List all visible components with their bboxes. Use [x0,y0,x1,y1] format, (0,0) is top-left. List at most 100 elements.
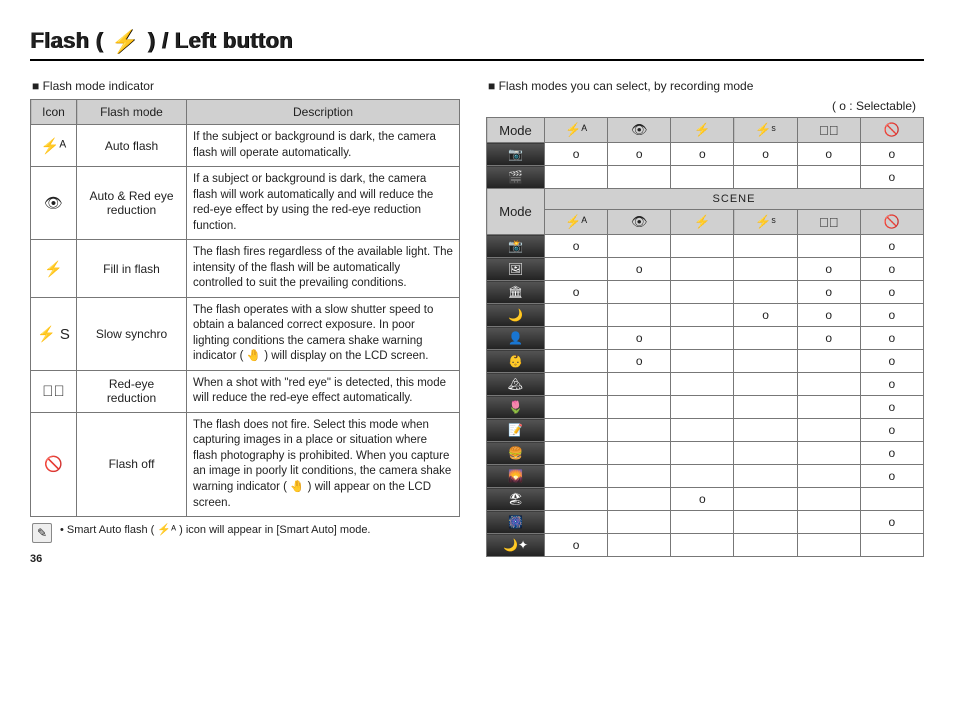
row-desc: The flash fires regardless of the availa… [187,240,460,298]
cell: o [860,143,923,166]
table-row: 👤ooo [487,327,924,350]
th-flash-icon: ⚡ˢ [734,210,797,235]
cell: o [860,235,923,258]
th-flash-icon: 👁 [608,210,671,235]
mode-icon: 🍔 [487,442,545,465]
table-row: 🏛ooo [487,281,924,304]
left-heading: Flash mode indicator [32,79,460,93]
title-text-b: ) / Left button [148,28,293,53]
footnote: ✎ • Smart Auto flash ( ⚡ᴬ ) icon will ap… [32,523,460,543]
cell [734,488,797,511]
cell: o [860,511,923,534]
cell [797,465,860,488]
row-desc: The flash does not fire. Select this mod… [187,412,460,516]
cell [797,396,860,419]
right-heading: Flash modes you can select, by recording… [488,79,924,93]
cell [545,396,608,419]
table-row: ⚡ᴬAuto flashIf the subject or background… [31,125,460,167]
row-mode: Red-eye reduction [77,370,187,412]
cell [734,419,797,442]
cell [545,442,608,465]
cell [545,166,608,189]
cell [608,488,671,511]
table-row: 📷oooooo [487,143,924,166]
mode-icon: 🖼 [487,258,545,281]
table-row: ⚡Fill in flashThe flash fires regardless… [31,240,460,298]
row-desc: If the subject or background is dark, th… [187,125,460,167]
cell: o [797,281,860,304]
cell: o [797,143,860,166]
table-row: 🎆o [487,511,924,534]
cell: o [860,350,923,373]
cell: o [545,281,608,304]
row-mode: Flash off [77,412,187,516]
th-mode: Mode [487,189,545,235]
row-mode: Auto & Red eye reduction [77,167,187,240]
cell [608,373,671,396]
row-mode: Fill in flash [77,240,187,298]
cell [545,419,608,442]
cell: o [545,534,608,557]
table-row: 🏖o [487,488,924,511]
cell [608,419,671,442]
selectable-table: Mode⚡ᴬ👁⚡⚡ˢ👁⃠🚫📷oooooo🎬oModeSCENE⚡ᴬ👁⚡⚡ˢ👁⃠🚫… [486,117,924,557]
title-rule [30,59,924,61]
scene-header: SCENE [545,189,924,210]
cell [734,235,797,258]
th-flash-icon: ⚡ᴬ [545,118,608,143]
cell [545,465,608,488]
row-icon: ⚡ S [31,297,77,370]
cell [671,396,734,419]
th-flash-icon: 👁⃠ [797,210,860,235]
row-mode: Auto flash [77,125,187,167]
cell: o [860,304,923,327]
th-desc: Description [187,100,460,125]
mode-icon: 🌙✦ [487,534,545,557]
cell [860,488,923,511]
cell: o [734,304,797,327]
cell: o [671,143,734,166]
table-row: 🖼ooo [487,258,924,281]
cell: o [860,258,923,281]
mode-icon: 🏛 [487,281,545,304]
title-text-a: Flash ( [30,28,103,53]
table-row: 👁Auto & Red eye reductionIf a subject or… [31,167,460,240]
cell [545,304,608,327]
cell [671,465,734,488]
flash-indicator-table: Icon Flash mode Description ⚡ᴬAuto flash… [30,99,460,517]
th-flash-icon: 👁 [608,118,671,143]
table-row: 🌷o [487,396,924,419]
mode-icon: 📷 [487,143,545,166]
cell: o [797,258,860,281]
mode-icon: 🌄 [487,465,545,488]
cell [734,442,797,465]
cell: o [860,419,923,442]
cell [671,442,734,465]
cell [734,258,797,281]
cell: o [860,373,923,396]
cell [671,534,734,557]
cell: o [860,166,923,189]
mode-icon: 🏖 [487,488,545,511]
cell [545,511,608,534]
cell [797,235,860,258]
cell [671,281,734,304]
row-mode: Slow synchro [77,297,187,370]
cell [671,327,734,350]
cell [671,258,734,281]
cell: o [608,350,671,373]
cell [671,373,734,396]
mode-icon: 🌙 [487,304,545,327]
cell: o [860,396,923,419]
cell [545,258,608,281]
cell [671,511,734,534]
table-row: ⚡ SSlow synchroThe flash operates with a… [31,297,460,370]
mode-icon: 🎬 [487,166,545,189]
cell: o [608,258,671,281]
mode-icon: 📝 [487,419,545,442]
th-flash-icon: 🚫 [860,118,923,143]
cell [734,373,797,396]
cell [734,396,797,419]
cell: o [671,488,734,511]
cell [608,396,671,419]
